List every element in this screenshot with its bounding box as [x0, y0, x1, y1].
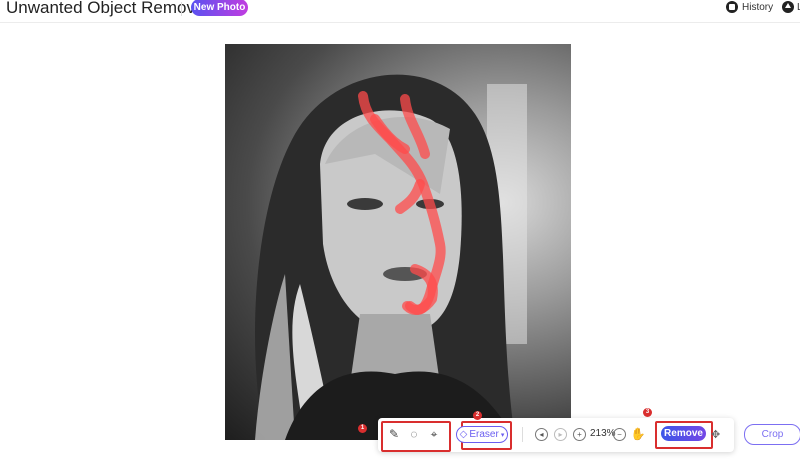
move-icon[interactable]: ✥ — [711, 428, 720, 441]
photo-canvas[interactable] — [225, 44, 571, 440]
zoom-in-icon[interactable]: + — [573, 428, 586, 441]
step-3-badge: 3 — [643, 408, 652, 417]
toolbar-separator — [522, 427, 523, 442]
lasso-icon[interactable]: ◌ — [406, 426, 422, 442]
remove-button[interactable]: Remove — [661, 426, 706, 441]
zoom-out-icon[interactable]: − — [613, 428, 626, 441]
header-divider — [181, 2, 182, 16]
hand-icon[interactable]: ✋ — [630, 426, 646, 442]
header-bar: Unwanted Object Remover New Photo Histor… — [0, 0, 800, 23]
zoom-level: 213% — [590, 428, 616, 439]
eraser-dropdown[interactable]: ◇ Eraser ▾ — [456, 426, 508, 443]
history-icon — [726, 1, 738, 13]
new-photo-button[interactable]: New Photo — [191, 0, 248, 16]
upload-icon — [782, 1, 794, 13]
brush-icon[interactable]: ✎ — [386, 426, 402, 442]
step-2-badge: 2 — [473, 411, 482, 420]
undo-icon[interactable]: ◂ — [535, 428, 548, 441]
step-1-badge: 1 — [358, 424, 367, 433]
chevron-down-icon: ▾ — [500, 431, 505, 439]
user-menu[interactable]: L — [782, 0, 800, 14]
crop-button[interactable]: Crop — [744, 424, 800, 445]
eraser-label: Eraser — [469, 429, 499, 440]
history-button[interactable]: History — [726, 0, 773, 14]
redo-icon[interactable]: ▸ — [554, 428, 567, 441]
polygon-lasso-icon[interactable]: ⌖ — [426, 426, 442, 442]
eraser-icon: ◇ — [459, 429, 468, 440]
photo-illustration — [255, 74, 527, 440]
history-label: History — [742, 1, 774, 13]
app-title: Unwanted Object Remover — [6, 0, 211, 17]
